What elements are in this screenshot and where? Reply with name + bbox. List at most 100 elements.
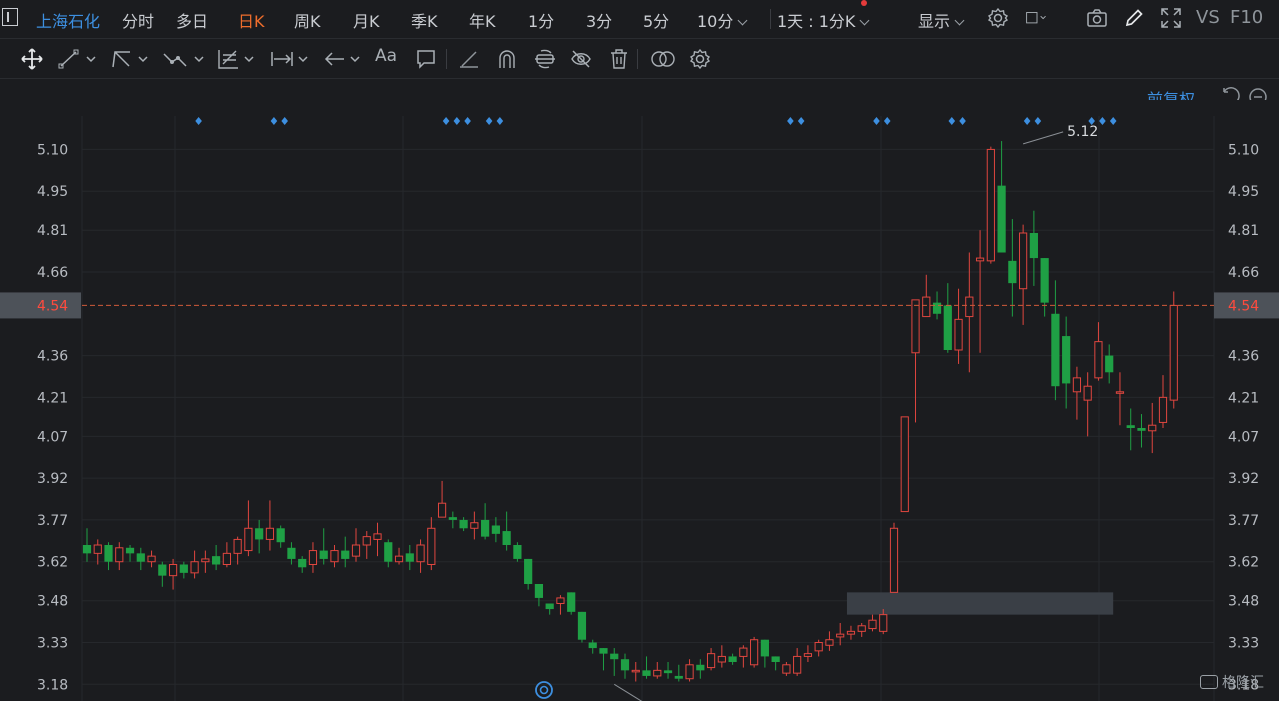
fibonacci-tool-icon[interactable] (216, 48, 260, 70)
drawing-toolbar: Aa (0, 40, 1279, 79)
tab-3-min[interactable]: 3分 (586, 8, 612, 32)
candle-body (846, 630, 856, 635)
pencil-icon[interactable] (1123, 7, 1145, 29)
y-tick-label: 3.48 (37, 594, 68, 610)
watermark: 格隆汇 (1200, 672, 1264, 692)
tab-intraday[interactable]: 分时 (122, 8, 154, 32)
candle-body (1040, 258, 1049, 303)
candle-body (556, 597, 565, 604)
candle-body (416, 544, 425, 563)
fullscreen-icon[interactable] (1160, 7, 1182, 29)
annotation-label: 5.12 (1067, 124, 1098, 140)
y-tick-label: 4.66 (1228, 265, 1259, 281)
magnet-icon[interactable] (496, 48, 518, 70)
camera-icon[interactable] (1086, 7, 1108, 29)
candle-body (793, 655, 802, 674)
candle-body (190, 561, 199, 574)
tab-1-min[interactable]: 1分 (528, 8, 554, 32)
candle-body (879, 614, 888, 632)
wave-tool-icon[interactable] (162, 48, 210, 70)
period-select[interactable]: 1天 : 1分K (777, 8, 870, 32)
tab-10-min[interactable]: 10分 (697, 8, 748, 32)
candle-body (588, 642, 597, 649)
toolbar-settings-icon[interactable] (689, 48, 711, 70)
y-tick-label: 4.81 (37, 223, 68, 239)
y-tick-label: 4.95 (37, 184, 68, 200)
candle-body (1094, 341, 1103, 379)
candle-body (405, 553, 414, 562)
hide-drawings-icon[interactable] (570, 48, 592, 70)
candle-body (728, 656, 737, 662)
measure-tool-icon[interactable] (270, 48, 314, 70)
f10-button[interactable]: F10 (1230, 7, 1263, 28)
candle-body (384, 542, 393, 562)
tab-5-min[interactable]: 5分 (643, 8, 669, 32)
period-tab-bar: 上海石化 分时 多日 日K 周K 月K 季K 年K 1分 3分 5分 10分 1… (0, 0, 1279, 39)
candlestick-chart[interactable]: 5.10 4.95 4.81 4.66 4.36 4.21 4.07 3.92 3.77 3.62… (0, 100, 1279, 701)
candle-body (900, 416, 909, 513)
candle-body (244, 527, 253, 552)
candle-body (750, 639, 759, 666)
y-tick-label: 4.07 (37, 429, 68, 445)
trash-icon[interactable] (608, 48, 630, 70)
arrow-tool-icon[interactable] (322, 48, 366, 70)
gear-icon[interactable] (987, 7, 1009, 29)
current-price-label-right: 4.54 (1228, 298, 1259, 314)
sidebar-toggle-icon[interactable] (2, 8, 18, 26)
stock-name[interactable]: 上海石化 (36, 8, 100, 32)
tab-quarterly-k[interactable]: 季K (411, 8, 438, 32)
candle-body (577, 611, 587, 640)
move-icon[interactable] (20, 48, 44, 70)
tab-monthly-k[interactable]: 月K (353, 8, 380, 32)
tab-multi-day[interactable]: 多日 (176, 8, 208, 32)
candle-body (642, 670, 651, 676)
line-tool-icon[interactable] (58, 48, 102, 70)
candle-body (427, 527, 436, 565)
candle (750, 636, 759, 668)
channel-tool-icon[interactable] (110, 48, 154, 70)
comment-tool-icon[interactable] (415, 48, 437, 70)
candle-body (158, 564, 167, 576)
period-select-label: 1天 : 1分K (777, 12, 856, 31)
gap-zone-rect (846, 592, 1114, 615)
y-tick-label: 3.18 (37, 677, 68, 693)
display-menu[interactable]: 显示 (918, 8, 965, 32)
candle-body (287, 547, 296, 559)
tab-weekly-k[interactable]: 周K (294, 8, 321, 32)
watermark-text: 格隆汇 (1222, 675, 1264, 691)
layout-select-icon[interactable] (1026, 7, 1048, 29)
y-tick-label: 4.66 (37, 265, 68, 281)
candle-body (298, 558, 307, 568)
candle-body (943, 305, 952, 350)
gap-zone (846, 592, 1114, 615)
candle-body (674, 675, 683, 679)
candle-body (265, 527, 275, 540)
y-tick-label: 3.33 (1228, 636, 1259, 652)
candle-body (341, 550, 350, 559)
compare-icon[interactable] (650, 48, 676, 70)
candle-body (803, 653, 813, 657)
divider (446, 49, 447, 69)
display-menu-label: 显示 (918, 12, 951, 31)
y-tick-label: 4.36 (1228, 349, 1259, 365)
lock-drawings-icon[interactable] (533, 48, 557, 70)
candle-body (168, 564, 178, 577)
text-tool-icon[interactable]: Aa (375, 46, 397, 68)
tab-yearly-k[interactable]: 年K (469, 8, 496, 32)
tab-daily-k[interactable]: 日K (238, 8, 265, 32)
candle-body (470, 522, 479, 529)
candle-body (319, 550, 328, 559)
candle-body (911, 299, 920, 354)
divider (637, 49, 638, 69)
candle-body (1169, 304, 1178, 401)
candle-body (782, 664, 791, 674)
vs-button[interactable]: VS (1196, 7, 1220, 28)
candle-body (717, 655, 726, 663)
candle-body (491, 525, 500, 534)
candle-body (1008, 260, 1017, 284)
eraser-tool-icon[interactable] (458, 48, 480, 70)
candle-body (437, 502, 447, 518)
candle (986, 146, 995, 264)
candle-body (93, 544, 102, 554)
candle-body (222, 552, 231, 566)
